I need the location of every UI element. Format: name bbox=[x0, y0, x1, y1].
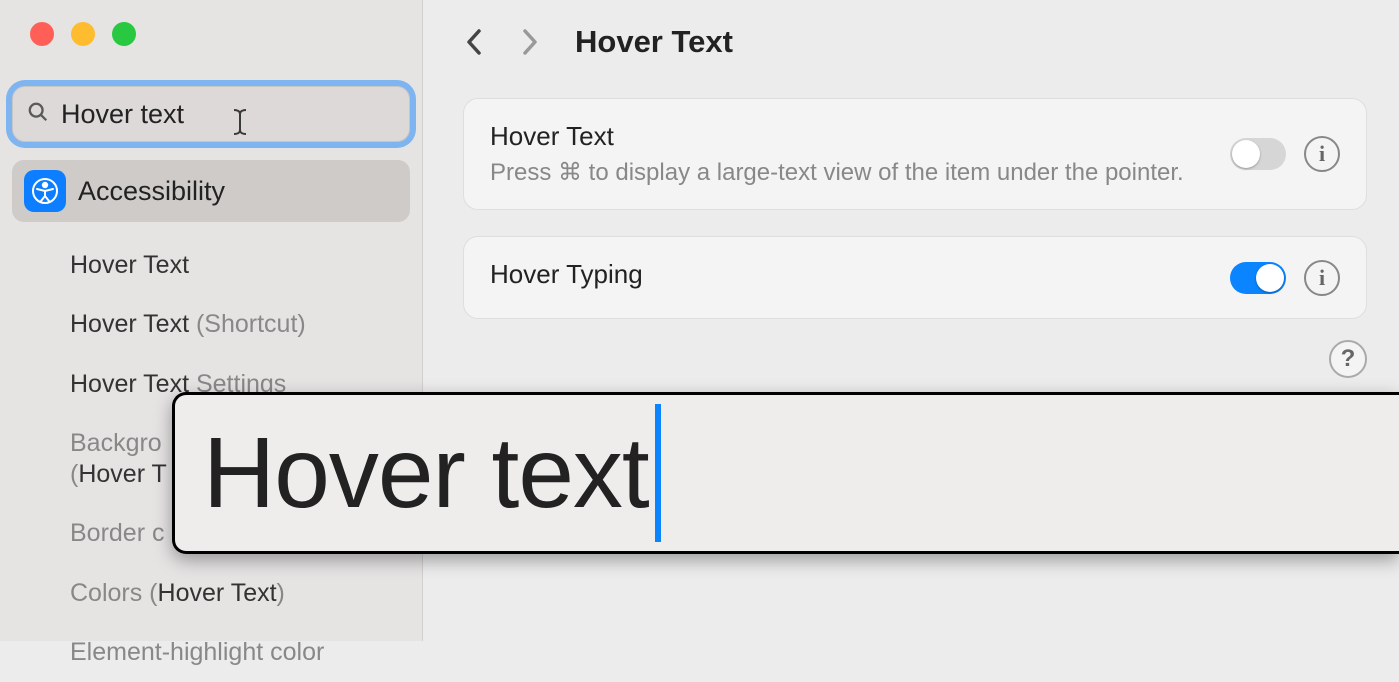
fullscreen-window-button[interactable] bbox=[112, 22, 136, 46]
text-caret-icon bbox=[655, 404, 661, 542]
close-window-button[interactable] bbox=[30, 22, 54, 46]
info-button[interactable]: i bbox=[1304, 136, 1340, 172]
hover-typing-overlay: Hover text bbox=[172, 392, 1399, 554]
hover-text-title: Hover Text bbox=[490, 121, 1212, 152]
search-field[interactable] bbox=[12, 86, 410, 142]
info-button[interactable]: i bbox=[1304, 260, 1340, 296]
minimize-window-button[interactable] bbox=[71, 22, 95, 46]
hover-typing-title: Hover Typing bbox=[490, 259, 1212, 290]
accessibility-icon bbox=[24, 170, 66, 212]
hover-text-toggle[interactable] bbox=[1230, 138, 1286, 170]
forward-button[interactable] bbox=[519, 27, 541, 57]
window-controls bbox=[0, 22, 422, 46]
help-button[interactable]: ? bbox=[1329, 340, 1367, 378]
hover-text-desc: Press ⌘ to display a large-text view of … bbox=[490, 158, 1212, 187]
header: Hover Text bbox=[463, 24, 1367, 60]
sidebar-category-label: Accessibility bbox=[78, 176, 225, 207]
hover-typing-toggle[interactable] bbox=[1230, 262, 1286, 294]
sidebar-category-accessibility[interactable]: Accessibility bbox=[12, 160, 410, 222]
search-result[interactable]: Hover Text (Shortcut) bbox=[70, 295, 422, 354]
search-result[interactable]: Colors (Hover Text) bbox=[70, 564, 422, 623]
hover-typing-panel: Hover Typing i bbox=[463, 236, 1367, 319]
search-wrap bbox=[12, 86, 410, 142]
page-title: Hover Text bbox=[575, 24, 733, 60]
search-result[interactable]: Hover Text bbox=[70, 236, 422, 295]
back-button[interactable] bbox=[463, 27, 485, 57]
search-input[interactable] bbox=[61, 99, 415, 130]
hover-text-panel: Hover Text Press ⌘ to display a large-te… bbox=[463, 98, 1367, 210]
search-icon bbox=[27, 101, 49, 128]
hover-typing-overlay-text: Hover text bbox=[203, 416, 649, 531]
search-result[interactable]: Element-highlight color bbox=[70, 623, 422, 682]
